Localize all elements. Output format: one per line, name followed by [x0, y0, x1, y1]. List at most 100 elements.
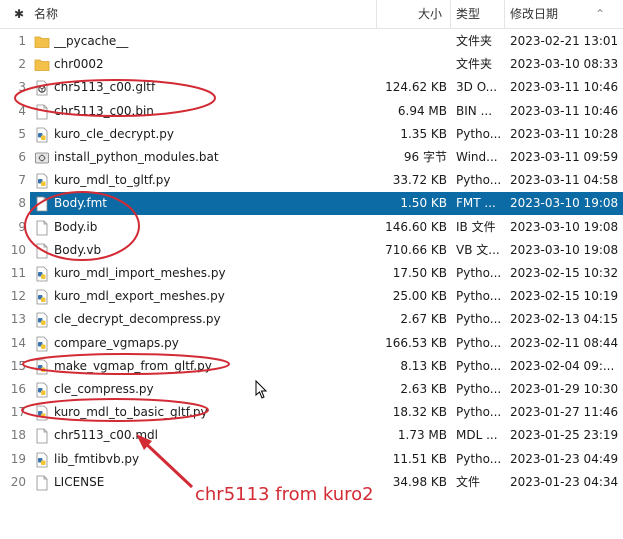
- file-size: 8.13 KB: [400, 358, 447, 373]
- file-type: IB 文件: [456, 219, 496, 234]
- column-type[interactable]: 类型: [456, 0, 480, 28]
- column-date[interactable]: 修改日期: [510, 0, 558, 28]
- row-number: 4: [0, 99, 30, 123]
- column-divider[interactable]: [450, 0, 451, 28]
- file-row[interactable]: 11 kuro_mdl_import_meshes.py 17.50 KB Pytho…: [0, 262, 623, 285]
- file-type: Pytho...: [456, 126, 502, 141]
- row-number: 8: [0, 192, 30, 216]
- file-type: Pytho...: [456, 451, 502, 466]
- file-date: 2023-03-11 10:28: [510, 126, 619, 141]
- file-size: 166.53 KB: [385, 335, 447, 350]
- file-row[interactable]: 14 compare_vgmaps.py 166.53 KB Pytho... 2023…: [0, 331, 623, 355]
- column-divider[interactable]: [504, 0, 505, 28]
- file-name: chr5113_c00.mdl: [54, 428, 158, 443]
- file-row[interactable]: 7 kuro_mdl_to_gltf.py 33.72 KB Pytho... 2023…: [0, 169, 623, 193]
- file-date: 2023-03-11 10:46: [510, 80, 619, 95]
- row-number: 20: [0, 470, 30, 494]
- file-name: kuro_mdl_import_meshes.py: [54, 266, 226, 280]
- file-name: chr0002: [54, 57, 104, 72]
- file-type: Pytho...: [456, 266, 502, 280]
- file-row[interactable]: 6 install_python_modules.bat 96 字节 Wind... 2…: [0, 146, 623, 169]
- file-row[interactable]: 2 chr0002 文件夹 2023-03-10 08:33: [0, 53, 623, 77]
- file-name: chr5113_c00.bin: [54, 103, 154, 118]
- file-row[interactable]: 12 kuro_mdl_export_meshes.py 25.00 KB Pytho…: [0, 285, 623, 309]
- file-row[interactable]: 18 chr5113_c00.mdl 1.73 MB MDL ... 2023-01-2…: [0, 424, 623, 448]
- file-row[interactable]: 15 make_vgmap_from_gltf.py 8.13 KB Pytho...…: [0, 354, 623, 378]
- file-type: Pytho...: [456, 173, 502, 188]
- row-number: 10: [0, 238, 30, 262]
- file-type: 文件: [456, 474, 481, 489]
- file-size: 1.35 KB: [400, 126, 447, 141]
- column-name[interactable]: 名称: [34, 0, 58, 28]
- file-date: 2023-02-11 08:44: [510, 335, 619, 350]
- row-number: 18: [0, 424, 30, 448]
- sort-arrow-icon[interactable]: ✱: [14, 0, 24, 28]
- file-size: 18.32 KB: [392, 405, 447, 420]
- file-row[interactable]: 1 __pycache__ 文件夹 2023-02-21 13:01: [0, 30, 623, 53]
- file-row[interactable]: 19 lib_fmtibvb.py 11.51 KB Pytho... 2023-01-…: [0, 447, 623, 471]
- file-date: 2023-02-15 10:32: [510, 266, 619, 280]
- file-row[interactable]: 10 Body.vb 710.66 KB VB 文... 2023-03-10 19:0…: [0, 238, 623, 262]
- file-icon: [34, 196, 50, 212]
- file-name: kuro_mdl_to_gltf.py: [54, 173, 171, 188]
- file-type: 文件夹: [456, 34, 493, 48]
- file-icon: [34, 428, 50, 444]
- file-size: [377, 30, 447, 53]
- file-date: 2023-01-25 23:19: [510, 428, 619, 443]
- file-size: 124.62 KB: [385, 80, 447, 95]
- file-row[interactable]: 8 Body.fmt 1.50 KB FMT ... 2023-03-10 19:08: [0, 192, 623, 216]
- file-icon: [34, 243, 50, 259]
- python-file-icon: [34, 127, 50, 143]
- file-type: Pytho...: [456, 358, 502, 373]
- file-name: kuro_mdl_to_basic_gltf.py: [54, 405, 208, 420]
- file-date: 2023-01-23 04:34: [510, 474, 619, 489]
- row-number: 16: [0, 378, 30, 401]
- file-date: 2023-03-11 09:59: [510, 150, 619, 164]
- row-number: 12: [0, 285, 30, 309]
- batch-file-icon: [34, 150, 50, 166]
- python-file-icon: [34, 312, 50, 328]
- row-number: 6: [0, 146, 30, 169]
- python-file-icon: [34, 452, 50, 468]
- file-icon: [34, 104, 50, 120]
- python-file-icon: [34, 336, 50, 352]
- file-row[interactable]: 16 cle_compress.py 2.63 KB Pytho... 2023-01-…: [0, 378, 623, 401]
- file-type: Pytho...: [456, 289, 502, 304]
- file-date: 2023-03-11 10:46: [510, 103, 619, 118]
- row-number: 9: [0, 215, 30, 239]
- file-type: Pytho...: [456, 335, 502, 350]
- python-file-icon: [34, 359, 50, 375]
- file-size: 6.94 MB: [397, 103, 447, 118]
- file-icon: [34, 220, 50, 236]
- file-name: Body.vb: [54, 242, 102, 257]
- file-name: __pycache__: [54, 34, 129, 48]
- python-file-icon: [34, 266, 50, 282]
- chevron-up-icon[interactable]: ⌃: [595, 0, 605, 28]
- file-name: chr5113_c00.gltf: [54, 80, 156, 95]
- file-name: kuro_cle_decrypt.py: [54, 126, 174, 141]
- column-divider[interactable]: [376, 0, 377, 28]
- column-size[interactable]: 大小: [418, 0, 442, 28]
- file-type: 3D O...: [456, 80, 498, 95]
- file-size: 2.67 KB: [400, 312, 447, 327]
- file-row[interactable]: 17 kuro_mdl_to_basic_gltf.py 18.32 KB Pytho…: [0, 401, 623, 425]
- file-name: cle_compress.py: [54, 382, 154, 396]
- file-date: 2023-01-29 10:30: [510, 382, 619, 396]
- file-row[interactable]: 13 cle_decrypt_decompress.py 2.67 KB Pytho.…: [0, 308, 623, 332]
- file-row[interactable]: 5 kuro_cle_decrypt.py 1.35 KB Pytho... 2023-…: [0, 122, 623, 146]
- file-row[interactable]: 3 chr5113_c00.gltf 124.62 KB 3D O... 2023-03…: [0, 76, 623, 100]
- file-size: 17.50 KB: [392, 266, 447, 280]
- row-number: 14: [0, 331, 30, 355]
- file-date: 2023-02-13 04:15: [510, 312, 619, 327]
- file-date: 2023-03-10 19:08: [510, 242, 619, 257]
- file-size: 2.63 KB: [400, 382, 447, 396]
- row-number: 3: [0, 76, 30, 100]
- file-row[interactable]: 9 Body.ib 146.60 KB IB 文件 2023-03-10 19:08: [0, 215, 623, 239]
- file-row[interactable]: 4 chr5113_c00.bin 6.94 MB BIN ... 2023-03-11…: [0, 99, 623, 123]
- folder-icon: [34, 34, 50, 50]
- file-size: [377, 53, 447, 76]
- file-name: kuro_mdl_export_meshes.py: [54, 289, 225, 304]
- file-size: 146.60 KB: [385, 219, 447, 234]
- file-date: 2023-02-04 09:...: [510, 358, 615, 373]
- mouse-cursor-icon: [255, 380, 268, 399]
